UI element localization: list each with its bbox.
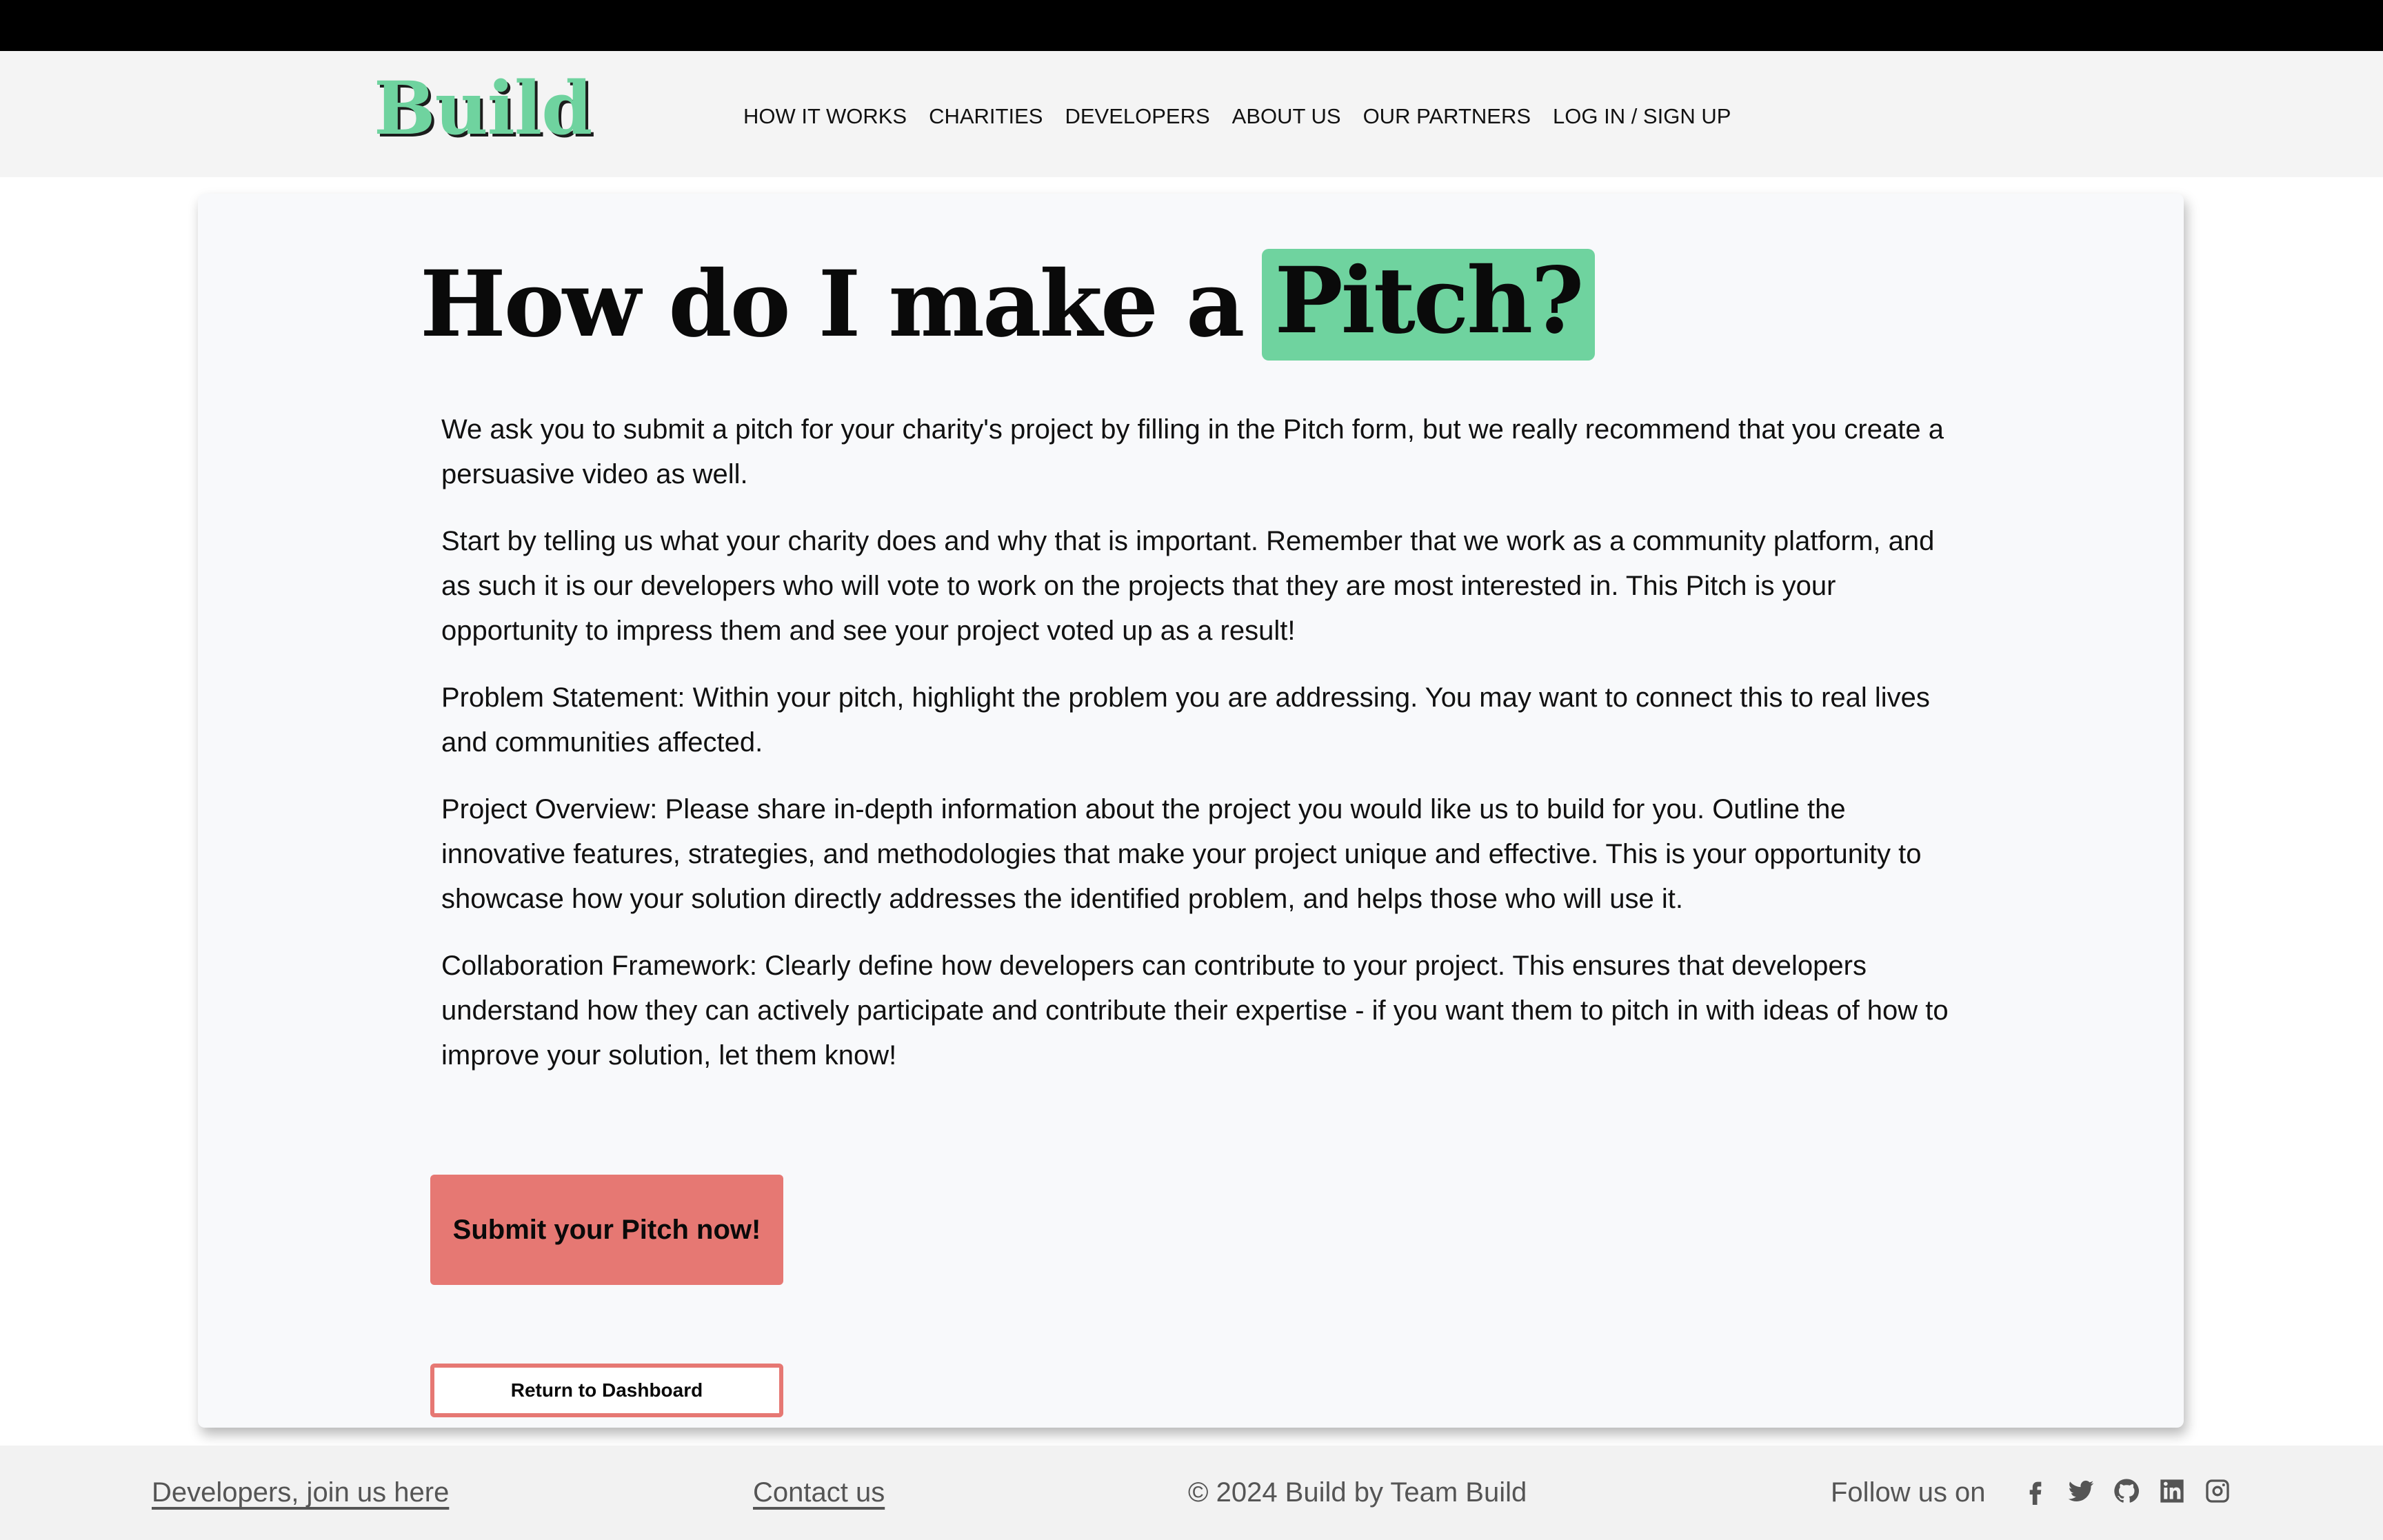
- top-black-bar: [0, 0, 2383, 51]
- site-footer: Developers, join us here Contact us © 20…: [0, 1446, 2383, 1540]
- developers-join-link[interactable]: Developers, join us here: [152, 1477, 449, 1508]
- linkedin-icon[interactable]: [2157, 1476, 2187, 1506]
- main-nav: HOW IT WORKS CHARITIES DEVELOPERS ABOUT …: [743, 99, 1753, 134]
- nav-our-partners[interactable]: OUR PARTNERS: [1363, 104, 1531, 129]
- site-logo[interactable]: Build: [374, 72, 592, 145]
- paragraph-collaboration-framework: Collaboration Framework: Clearly define …: [441, 951, 1949, 1071]
- instagram-icon[interactable]: [2202, 1476, 2233, 1506]
- site-header: Build HOW IT WORKS CHARITIES DEVELOPERS …: [0, 51, 2383, 177]
- facebook-icon[interactable]: [2020, 1476, 2051, 1506]
- pitch-instructions: We ask you to submit a pitch for your ch…: [441, 407, 1958, 1100]
- content-card: How do I make a Pitch? We ask you to sub…: [198, 194, 2184, 1428]
- twitter-icon[interactable]: [2066, 1476, 2096, 1506]
- github-icon[interactable]: [2111, 1476, 2142, 1506]
- copyright-text: © 2024 Build by Team Build: [1188, 1477, 1527, 1508]
- nav-developers[interactable]: DEVELOPERS: [1065, 104, 1209, 129]
- social-links: [2020, 1476, 2248, 1506]
- paragraph-intro: We ask you to submit a pitch for your ch…: [441, 414, 1944, 489]
- paragraph-start: Start by telling us what your charity do…: [441, 526, 1935, 646]
- page-title: How do I make a Pitch?: [420, 249, 1595, 361]
- nav-how-it-works[interactable]: HOW IT WORKS: [743, 104, 907, 129]
- paragraph-project-overview: Project Overview: Please share in-depth …: [441, 794, 1922, 914]
- submit-pitch-button[interactable]: Submit your Pitch now!: [430, 1175, 783, 1285]
- paragraph-problem-statement: Problem Statement: Within your pitch, hi…: [441, 682, 1930, 758]
- follow-us-label: Follow us on: [1831, 1477, 1986, 1508]
- nav-about-us[interactable]: ABOUT US: [1232, 104, 1341, 129]
- return-to-dashboard-button[interactable]: Return to Dashboard: [430, 1364, 783, 1417]
- page-title-prefix: How do I make a: [420, 251, 1245, 358]
- nav-login-signup[interactable]: LOG IN / SIGN UP: [1553, 104, 1731, 129]
- page-title-highlight: Pitch?: [1262, 249, 1595, 361]
- nav-charities[interactable]: CHARITIES: [929, 104, 1043, 129]
- contact-us-link[interactable]: Contact us: [753, 1477, 885, 1508]
